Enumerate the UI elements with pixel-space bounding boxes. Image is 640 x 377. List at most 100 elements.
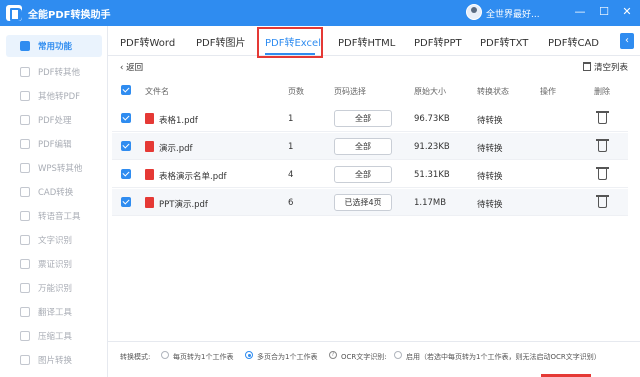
pdf-convert-icon [20, 67, 30, 77]
sidebar-item-label: PDF转其他 [38, 68, 81, 78]
convert-status: 待转换 [477, 172, 503, 182]
delete-icon[interactable] [596, 167, 609, 180]
pdf-file-icon [145, 169, 154, 180]
row-checkbox[interactable] [121, 141, 131, 151]
file-name: 表格1.pdf [159, 116, 198, 126]
sidebar-item-ocr[interactable]: 文字识别 [6, 229, 102, 251]
tab-scroll-button[interactable]: ‹ [620, 33, 634, 49]
ticket-icon [20, 259, 30, 269]
convert-status: 待转换 [477, 200, 503, 210]
sidebar-item-label: 万能识别 [38, 284, 73, 294]
page-count: 4 [288, 170, 294, 180]
sidebar-item-label: 其他转PDF [38, 92, 81, 102]
conversion-options-bar: 转换模式: 每页转为1个工作表 多页合为1个工作表 ? OCR文字识别: 启用（… [108, 341, 640, 369]
back-button[interactable]: ‹ 返回 [120, 61, 143, 73]
sidebar-item-voice[interactable]: 转语音工具 [6, 205, 102, 227]
pdf-process-icon [20, 115, 30, 125]
file-size: 96.73KB [414, 114, 450, 124]
sidebar-item-image[interactable]: 图片转换 [6, 349, 102, 371]
tab-pdf-to-cad[interactable]: PDF转CAD [548, 34, 599, 49]
page-count: 1 [288, 114, 294, 124]
ocr-label: OCR文字识别: [341, 353, 387, 361]
sidebar-item-common[interactable]: 常用功能 [6, 35, 102, 57]
cad-icon [20, 187, 30, 197]
table-row[interactable]: 演示.pdf 1 全部 91.23KB 待转换 [112, 133, 628, 160]
sidebar-item-label: 图片转换 [38, 356, 73, 366]
column-header: 页码选择 [334, 87, 366, 96]
row-checkbox[interactable] [121, 113, 131, 123]
app-logo-icon [6, 5, 22, 21]
sidebar-item-pdf-edit[interactable]: PDF编辑 [6, 133, 102, 155]
file-name: 表格演示名单.pdf [159, 172, 227, 182]
sidebar-item-label: PDF编辑 [38, 140, 72, 150]
column-header: 删除 [594, 87, 610, 96]
pdf-file-icon [145, 113, 154, 124]
sidebar-item-translate[interactable]: 翻译工具 [6, 301, 102, 323]
delete-icon[interactable] [596, 139, 609, 152]
tab-pdf-to-html[interactable]: PDF转HTML [338, 34, 395, 49]
title-bar: 全能PDF转换助手 全世界最好... — ☐ ✕ [0, 0, 640, 26]
file-name: 演示.pdf [159, 144, 193, 154]
page-select-button[interactable]: 已选择4页 [334, 194, 392, 211]
tab-pdf-to-image[interactable]: PDF转图片 [196, 34, 245, 49]
sidebar-item-label: 文字识别 [38, 236, 73, 246]
clear-list-button[interactable]: 清空列表 [583, 61, 628, 73]
page-select-button[interactable]: 全部 [334, 138, 392, 155]
tab-pdf-to-word[interactable]: PDF转Word [120, 34, 175, 49]
table-row[interactable]: 表格演示名单.pdf 4 全部 51.31KB 待转换 [112, 161, 628, 188]
minimize-icon[interactable]: — [572, 4, 588, 20]
ocr-option-label: 启用（若选中每页转为1个工作表，则无法启动OCR文字识别） [406, 353, 601, 361]
mode-option-label: 多页合为1个工作表 [257, 353, 318, 361]
select-all-checkbox[interactable] [121, 85, 131, 95]
tab-bar: PDF转Word PDF转图片 PDF转Excel PDF转HTML PDF转P… [108, 26, 640, 58]
row-checkbox[interactable] [121, 169, 131, 179]
wps-icon [20, 163, 30, 173]
close-icon[interactable]: ✕ [619, 4, 635, 20]
sidebar-item-other-to-pdf[interactable]: 其他转PDF [6, 85, 102, 107]
image-icon [20, 355, 30, 365]
sidebar-item-label: 翻译工具 [38, 308, 73, 318]
column-header: 原始大小 [414, 87, 446, 96]
sidebar-item-wps[interactable]: WPS转其他 [6, 157, 102, 179]
file-size: 51.31KB [414, 170, 450, 180]
file-name: PPT演示.pdf [159, 200, 208, 210]
sidebar-item-ticket[interactable]: 票证识别 [6, 253, 102, 275]
sidebar-item-label: 压缩工具 [38, 332, 73, 342]
sidebar-item-scan[interactable]: 万能识别 [6, 277, 102, 299]
column-header: 页数 [288, 87, 304, 96]
sidebar-item-cad[interactable]: CAD转换 [6, 181, 102, 203]
trash-icon [583, 62, 591, 71]
sidebar-item-pdf-to-other[interactable]: PDF转其他 [6, 61, 102, 83]
sidebar-item-label: PDF处理 [38, 116, 72, 126]
pdf-file-icon [145, 141, 154, 152]
to-pdf-icon [20, 91, 30, 101]
ocr-icon [20, 235, 30, 245]
delete-icon[interactable] [596, 111, 609, 124]
sidebar-item-label: CAD转换 [38, 188, 74, 198]
column-header: 操作 [540, 87, 556, 96]
sidebar-item-pdf-process[interactable]: PDF处理 [6, 109, 102, 131]
maximize-icon[interactable]: ☐ [596, 4, 612, 20]
mode-radio-per-page[interactable] [161, 351, 169, 359]
ocr-radio[interactable] [394, 351, 402, 359]
table-row[interactable]: PPT演示.pdf 6 已选择4页 1.17MB 待转换 [112, 189, 628, 216]
tab-pdf-to-txt[interactable]: PDF转TXT [480, 34, 528, 49]
mode-radio-merge[interactable] [245, 351, 253, 359]
translate-icon [20, 307, 30, 317]
voice-icon [20, 211, 30, 221]
page-select-button[interactable]: 全部 [334, 166, 392, 183]
tab-pdf-to-ppt[interactable]: PDF转PPT [414, 34, 462, 49]
table-row[interactable]: 表格1.pdf 1 全部 96.73KB 待转换 [112, 105, 628, 132]
sidebar-item-compress[interactable]: 压缩工具 [6, 325, 102, 347]
user-name[interactable]: 全世界最好... [486, 7, 540, 20]
compress-icon [20, 331, 30, 341]
page-select-button[interactable]: 全部 [334, 110, 392, 127]
file-size: 1.17MB [414, 198, 447, 208]
page-count: 6 [288, 198, 294, 208]
delete-icon[interactable] [596, 195, 609, 208]
pdf-edit-icon [20, 139, 30, 149]
avatar[interactable] [466, 4, 482, 20]
sidebar-item-label: WPS转其他 [38, 164, 83, 174]
row-checkbox[interactable] [121, 197, 131, 207]
help-icon[interactable]: ? [329, 351, 337, 359]
